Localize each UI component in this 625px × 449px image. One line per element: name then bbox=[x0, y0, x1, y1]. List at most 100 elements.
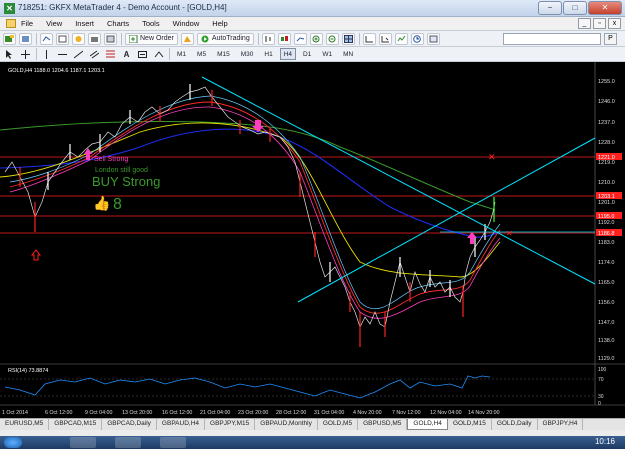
terminal-icon[interactable] bbox=[88, 32, 101, 45]
line-chart-icon[interactable] bbox=[293, 32, 307, 45]
market-watch-icon[interactable] bbox=[40, 32, 53, 45]
tab-gbpcad-m15[interactable]: GBPCAD,M15 bbox=[49, 419, 103, 430]
bar-chart-icon[interactable] bbox=[261, 32, 275, 45]
search-input[interactable] bbox=[503, 33, 601, 45]
search-icon[interactable]: P bbox=[604, 33, 617, 45]
arrows-icon[interactable] bbox=[152, 48, 165, 60]
tab-gbpjpy-m15[interactable]: GBPJPY,M15 bbox=[205, 419, 256, 430]
text-label-icon[interactable] bbox=[136, 48, 149, 60]
channel-icon[interactable] bbox=[88, 48, 101, 60]
chart-shift-icon[interactable] bbox=[378, 32, 392, 45]
auto-scroll-icon[interactable] bbox=[362, 32, 376, 45]
profiles-icon[interactable] bbox=[19, 32, 32, 45]
mdi-close-button[interactable]: x bbox=[608, 18, 621, 29]
strategy-tester-icon[interactable] bbox=[104, 32, 117, 45]
timeframe-m1[interactable]: M1 bbox=[173, 48, 190, 60]
taskbar-app[interactable] bbox=[70, 437, 96, 448]
up-arrow-icon bbox=[30, 249, 42, 261]
rsi-level: 30 bbox=[598, 394, 604, 400]
timeframe-mn[interactable]: MN bbox=[339, 48, 357, 60]
menu-help[interactable]: Help bbox=[212, 19, 227, 28]
tab-gbpaud-monthly[interactable]: GBPAUD,Monthly bbox=[255, 419, 318, 430]
timeframe-d1[interactable]: D1 bbox=[299, 48, 315, 60]
taskbar-app[interactable] bbox=[115, 437, 141, 448]
tab-gold-h4[interactable]: GOLD,H4 bbox=[407, 419, 448, 430]
tab-gold-m5[interactable]: GOLD,M5 bbox=[318, 419, 359, 430]
menu-view[interactable]: View bbox=[46, 19, 62, 28]
timeframe-h4[interactable]: H4 bbox=[279, 48, 296, 60]
indicators-icon[interactable] bbox=[394, 32, 408, 45]
thumbs-up-icon: 👍 bbox=[93, 195, 110, 212]
timeframe-w1[interactable]: W1 bbox=[318, 48, 336, 60]
rsi-header: RSI(14) 73.8874 bbox=[8, 368, 48, 374]
navigator-icon[interactable] bbox=[72, 32, 85, 45]
chart-window[interactable]: GOLD,H4 1188.0 1204.6 1187.1 1203.1 1255… bbox=[0, 62, 625, 418]
data-window-icon[interactable] bbox=[56, 32, 69, 45]
tab-gold-daily[interactable]: GOLD,Daily bbox=[492, 419, 538, 430]
candlesticks-icon[interactable] bbox=[277, 32, 291, 45]
timeframe-m5[interactable]: M5 bbox=[193, 48, 210, 60]
downtrend-line[interactable] bbox=[201, 76, 596, 285]
tab-gbpcad-daily[interactable]: GBPCAD,Daily bbox=[102, 419, 157, 430]
down-arrow-icon bbox=[252, 120, 264, 132]
metatrader-icon: ✕ bbox=[4, 3, 15, 14]
autotrading-icon bbox=[201, 35, 209, 42]
cursor-icon[interactable] bbox=[3, 48, 16, 60]
timeframe-h1[interactable]: H1 bbox=[260, 48, 276, 60]
tile-windows-icon[interactable] bbox=[341, 32, 355, 45]
time-label: 1 Oct 2014 bbox=[2, 410, 28, 416]
time-label: 21 Oct 04:00 bbox=[200, 410, 230, 416]
crosshair-icon[interactable] bbox=[19, 48, 32, 60]
price-chart[interactable]: GOLD,H4 1188.0 1204.6 1187.1 1203.1 1255… bbox=[0, 62, 625, 418]
price-label: 1138.0 bbox=[598, 338, 614, 344]
mdi-restore-button[interactable]: ▫ bbox=[593, 18, 606, 29]
text-tool-icon[interactable]: A bbox=[120, 48, 133, 60]
trendline-icon[interactable] bbox=[72, 48, 85, 60]
moving-average-yellow bbox=[0, 122, 501, 278]
price-label: 1210.0 bbox=[598, 180, 615, 186]
price-marker-label: 1186.8 bbox=[598, 231, 614, 237]
minimize-button[interactable]: − bbox=[538, 1, 562, 15]
rsi-level: 100 bbox=[598, 367, 607, 373]
time-label: 12 Nov 04:00 bbox=[430, 410, 462, 416]
zoom-out-icon[interactable] bbox=[325, 32, 339, 45]
start-button[interactable] bbox=[4, 437, 22, 448]
close-button[interactable]: ✕ bbox=[588, 1, 622, 15]
tab-eurusd-m5[interactable]: EURUSD,M5 bbox=[0, 419, 50, 430]
price-marker-label: 1221.0 bbox=[598, 155, 615, 161]
time-label: 31 Oct 04:00 bbox=[314, 410, 344, 416]
mdi-minimize-button[interactable]: _ bbox=[578, 18, 591, 29]
tab-gbpaud-h4[interactable]: GBPAUD,H4 bbox=[157, 419, 206, 430]
horizontal-line-icon[interactable] bbox=[56, 48, 69, 60]
new-order-icon bbox=[129, 34, 138, 43]
autotrading-button[interactable]: AutoTrading bbox=[196, 32, 254, 45]
title-bar: ✕ 718251: GKFX MetaTrader 4 - Demo Accou… bbox=[0, 0, 625, 17]
toolbar-separator bbox=[36, 32, 37, 45]
tab-gbpusd-m5[interactable]: GBPUSD,M5 bbox=[358, 419, 408, 430]
tab-gbpjpy-h4[interactable]: GBPJPY,H4 bbox=[538, 419, 584, 430]
metaeditor-icon[interactable] bbox=[180, 32, 194, 45]
menu-charts[interactable]: Charts bbox=[107, 19, 129, 28]
new-order-button[interactable]: New Order bbox=[125, 32, 178, 45]
main-toolbar: New Order AutoTrading P bbox=[0, 31, 625, 47]
taskbar: 10:16 bbox=[0, 436, 625, 449]
price-label: 1228.0 bbox=[598, 140, 615, 146]
menu-insert[interactable]: Insert bbox=[75, 19, 94, 28]
uptrend-line[interactable] bbox=[297, 137, 596, 303]
vertical-line-icon[interactable] bbox=[40, 48, 53, 60]
fibonacci-icon[interactable] bbox=[104, 48, 117, 60]
maximize-button[interactable]: □ bbox=[563, 1, 587, 15]
timeframe-m30[interactable]: M30 bbox=[237, 48, 258, 60]
new-chart-icon[interactable] bbox=[3, 32, 16, 45]
time-label: 13 Oct 20:00 bbox=[122, 410, 152, 416]
zoom-in-icon[interactable] bbox=[309, 32, 323, 45]
menu-file[interactable]: File bbox=[21, 19, 33, 28]
tab-gold-m15[interactable]: GOLD,M15 bbox=[448, 419, 492, 430]
time-label: 7 Nov 12:00 bbox=[392, 410, 421, 416]
menu-tools[interactable]: Tools bbox=[142, 19, 160, 28]
templates-icon[interactable] bbox=[426, 32, 440, 45]
menu-window[interactable]: Window bbox=[173, 19, 200, 28]
periods-icon[interactable] bbox=[410, 32, 424, 45]
taskbar-app[interactable] bbox=[160, 437, 186, 448]
timeframe-m15[interactable]: M15 bbox=[213, 48, 234, 60]
